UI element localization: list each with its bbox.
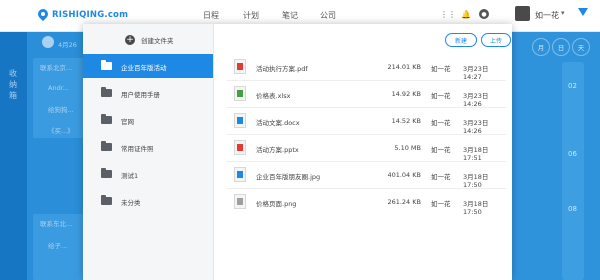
background-date-number: 06: [568, 150, 577, 158]
bell-icon[interactable]: 🔔: [461, 9, 471, 19]
file-pane: 新建 上传 活动执行方案.pdf 214.01 KB 如一花 3月23日 14:27 价…: [214, 24, 512, 280]
file-owner: 如一花: [431, 119, 451, 127]
background-row: 给子...: [48, 242, 68, 250]
diamond-icon[interactable]: [578, 8, 588, 16]
user-icon[interactable]: ●: [479, 9, 489, 19]
nav-notes[interactable]: 笔记: [282, 10, 298, 21]
folder-label: 官网: [121, 118, 134, 126]
folder-icon: [101, 168, 112, 178]
background-view-pill: 日: [552, 38, 570, 56]
folder-item[interactable]: 用户使用手册: [83, 81, 213, 105]
background-date-number: 08: [568, 205, 577, 213]
file-row[interactable]: 活动执行方案.pdf 214.01 KB 如一花 3月23日 14:27: [226, 54, 506, 81]
file-name: 价格表.xlsx: [256, 92, 291, 100]
file-name: 活动执行方案.pdf: [256, 65, 308, 73]
upload-button[interactable]: 上传: [481, 33, 511, 47]
username[interactable]: 如一花: [535, 10, 559, 21]
file-row[interactable]: 企业百年版朋友圈.jpg 401.04 KB 如一花 3月18日 17:50: [226, 162, 506, 189]
file-row[interactable]: 活动文案.docx 14.52 KB 如一花 3月23日 14:26: [226, 108, 506, 135]
logo[interactable]: RISHIQING.com: [35, 6, 129, 22]
folder-item[interactable]: 测试1: [83, 162, 213, 186]
file-size: 261.24 KB: [387, 198, 421, 206]
background-date-number: 02: [568, 82, 577, 90]
file-row[interactable]: 价格页面.png 261.24 KB 如一花 3月18日 17:50: [226, 189, 506, 216]
nav-company[interactable]: 公司: [320, 10, 336, 21]
file-owner: 如一花: [431, 146, 451, 154]
file-name: 活动方案.pptx: [256, 146, 299, 154]
background-row: 联系北京...: [40, 64, 73, 72]
folder-icon: [101, 87, 112, 97]
folder-label: 用户使用手册: [121, 91, 160, 99]
background-view-pill: 月: [532, 38, 550, 56]
document-icon: [234, 113, 246, 128]
file-owner: 如一花: [431, 200, 451, 208]
background-view-pill: 天: [572, 38, 590, 56]
image-icon: [234, 167, 246, 182]
image-icon: [234, 194, 246, 209]
file-name: 活动文案.docx: [256, 119, 300, 127]
create-folder-button[interactable]: + 创建文件夹: [125, 35, 174, 45]
new-button[interactable]: 新建: [445, 33, 477, 47]
file-name: 价格页面.png: [256, 200, 297, 208]
folder-pane: + 创建文件夹 企业百年版活动 用户使用手册 官网 常用证件照 测试1 未分类: [83, 24, 214, 280]
folder-item[interactable]: 官网: [83, 108, 213, 132]
file-size: 401.04 KB: [387, 171, 421, 179]
folder-label: 常用证件照: [121, 145, 154, 153]
background-date-column: [562, 62, 584, 280]
file-date: 3月23日 14:27: [463, 65, 489, 81]
file-row[interactable]: 价格表.xlsx 14.92 KB 如一花 3月23日 14:26: [226, 81, 506, 108]
file-size: 14.92 KB: [391, 90, 421, 98]
folder-label: 测试1: [121, 172, 139, 180]
weather-icon: [42, 36, 54, 48]
background-row: 联系东北...: [40, 220, 73, 228]
background-date: 4月26: [58, 41, 77, 49]
pdf-icon: [234, 59, 246, 74]
background-row: Andr...: [48, 84, 69, 92]
file-date: 3月23日 14:26: [463, 92, 489, 108]
folder-item[interactable]: 未分类: [83, 189, 213, 213]
folder-icon: [101, 60, 112, 70]
background-row: 给狗狗...: [48, 106, 74, 114]
file-date: 3月18日 17:51: [463, 146, 489, 162]
folder-item[interactable]: 企业百年版活动: [83, 54, 213, 78]
folder-label: 未分类: [121, 199, 141, 207]
file-manager-dialog: + 创建文件夹 企业百年版活动 用户使用手册 官网 常用证件照 测试1 未分类: [83, 24, 512, 280]
file-size: 214.01 KB: [387, 63, 421, 71]
file-owner: 如一花: [431, 65, 451, 73]
file-owner: 如一花: [431, 173, 451, 181]
file-row[interactable]: 活动方案.pptx 5.10 MB 如一花 3月18日 17:51: [226, 135, 506, 162]
apps-grid-icon[interactable]: ⋮⋮: [440, 9, 456, 19]
location-pin-icon: [35, 6, 51, 22]
folder-label: 企业百年版活动: [121, 64, 167, 72]
file-date: 3月18日 17:50: [463, 200, 489, 216]
file-name: 企业百年版朋友圈.jpg: [256, 173, 321, 181]
nav-schedule[interactable]: 日程: [203, 10, 219, 21]
background-right-panel: [510, 32, 600, 280]
file-size: 5.10 MB: [394, 144, 421, 152]
logo-text: RISHIQING.com: [52, 10, 129, 20]
folder-icon: [101, 141, 112, 151]
file-date: 3月23日 14:26: [463, 119, 489, 135]
folder-icon: [101, 195, 112, 205]
presentation-icon: [234, 140, 246, 155]
spreadsheet-icon: [234, 86, 246, 101]
file-owner: 如一花: [431, 92, 451, 100]
plus-circle-icon: +: [125, 35, 135, 45]
create-folder-label: 创建文件夹: [141, 37, 174, 45]
nav-plan[interactable]: 计划: [243, 10, 259, 21]
background-sidebar-label: 收纳箱: [9, 69, 17, 100]
chevron-down-icon[interactable]: ▾: [561, 9, 565, 17]
avatar[interactable]: [515, 6, 530, 21]
folder-icon: [101, 114, 112, 124]
file-size: 14.52 KB: [391, 117, 421, 125]
background-row: 《买...》: [48, 127, 74, 135]
folder-item[interactable]: 常用证件照: [83, 135, 213, 159]
file-date: 3月18日 17:50: [463, 173, 489, 189]
